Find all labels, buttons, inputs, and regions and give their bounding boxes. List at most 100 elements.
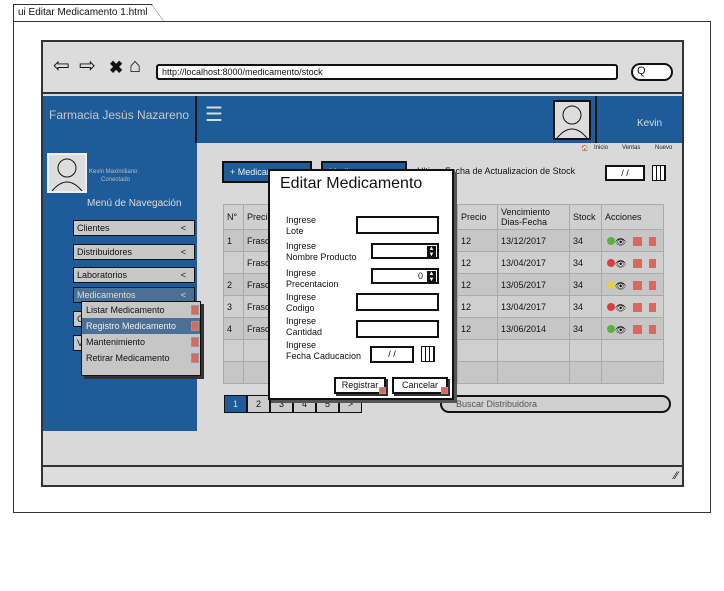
avatar[interactable] bbox=[553, 100, 591, 140]
empty-cell bbox=[601, 339, 664, 362]
home-icon[interactable]: ⌂ bbox=[129, 56, 141, 76]
page-1[interactable]: 1 bbox=[224, 395, 247, 413]
cell-stock: 34 bbox=[569, 295, 602, 318]
nav-title: Menú de Navegación bbox=[87, 198, 182, 209]
calendar-icon[interactable] bbox=[652, 165, 666, 181]
view-icon[interactable]: 👁 bbox=[615, 237, 626, 247]
edit-icon[interactable] bbox=[633, 324, 643, 334]
view-icon[interactable]: 👁 bbox=[615, 325, 626, 335]
cell-vencimiento: 13/06/2014 bbox=[497, 317, 570, 340]
empty-cell bbox=[223, 339, 244, 362]
app-header: Farmacia Jesús Nazareno ☰ Kevin bbox=[43, 96, 682, 143]
status-dot bbox=[607, 325, 615, 334]
cell-stock: 34 bbox=[569, 251, 602, 274]
close-icon[interactable]: ✖ bbox=[109, 58, 123, 78]
browser-statusbar: ⁄⁄ bbox=[43, 465, 682, 485]
sidebar-item-distribuidores[interactable]: Distribuidores < bbox=[73, 244, 195, 260]
nombre-producto-label: Ingrese Nombre Producto bbox=[286, 241, 357, 262]
col-stock: Stock bbox=[569, 204, 602, 230]
spinner-icon[interactable]: ▲ ▼ bbox=[427, 246, 436, 258]
empty-cell bbox=[223, 361, 244, 384]
cell-n: 2 bbox=[223, 273, 244, 296]
url-bar[interactable]: http://localhost:8000/medicamento/stock bbox=[156, 64, 618, 80]
calendar-icon[interactable] bbox=[421, 346, 435, 362]
search-icon: Q bbox=[637, 65, 646, 77]
view-icon[interactable]: 👁 bbox=[615, 259, 626, 269]
cell-acciones: 👁 bbox=[601, 273, 664, 296]
edit-icon[interactable] bbox=[633, 280, 643, 290]
submenu-item-registro[interactable]: Registro Medicamento bbox=[82, 318, 200, 334]
user-status: Conectado bbox=[101, 177, 131, 183]
cell-n: 3 bbox=[223, 295, 244, 318]
chevron-left-icon: < bbox=[180, 290, 186, 300]
codigo-input[interactable] bbox=[356, 293, 439, 311]
spinner-icon[interactable]: ▲ ▼ bbox=[427, 271, 436, 283]
cell-n: 1 bbox=[223, 229, 244, 252]
presentacion-stepper[interactable]: 0 ▲ ▼ bbox=[371, 268, 439, 284]
cell-acciones: 👁 bbox=[601, 317, 664, 340]
col-acciones: Acciones bbox=[601, 204, 664, 230]
edit-icon[interactable] bbox=[633, 258, 643, 268]
resize-handle-icon[interactable]: ⁄⁄ bbox=[674, 470, 678, 482]
col-precio: Precio bbox=[457, 204, 498, 230]
delete-icon[interactable] bbox=[649, 258, 657, 268]
fecha-caducacion-label: Ingrese Fecha Caducacion bbox=[286, 340, 362, 361]
browser-search[interactable]: Q bbox=[631, 63, 673, 81]
page-2[interactable]: 2 bbox=[247, 395, 270, 413]
cell-vencimiento: 13/04/2017 bbox=[497, 251, 570, 274]
sidebar-item-label: Medicamentos bbox=[77, 290, 136, 300]
col-n: N° bbox=[223, 204, 244, 230]
registrar-button[interactable]: Registrar bbox=[334, 377, 386, 394]
cell-precio: 12 bbox=[457, 295, 498, 318]
submenu-item-listar[interactable]: Listar Medicamento bbox=[82, 302, 200, 318]
cell-acciones: 👁 bbox=[601, 229, 664, 252]
delete-icon[interactable] bbox=[649, 324, 657, 334]
cell-precio: 12 bbox=[457, 229, 498, 252]
delete-icon[interactable] bbox=[649, 302, 657, 312]
item-icon bbox=[191, 353, 199, 363]
sidebar-item-laboratorios[interactable]: Laboratorios < bbox=[73, 267, 195, 283]
view-icon[interactable]: 👁 bbox=[615, 303, 626, 313]
chevron-left-icon: < bbox=[180, 223, 186, 233]
home-icon[interactable]: 🏠 bbox=[581, 145, 588, 152]
editar-medicamento-dialog: Editar Medicamento Ingrese Lote Ingrese … bbox=[268, 169, 454, 400]
cell-stock: 34 bbox=[569, 273, 602, 296]
back-icon[interactable]: ⇦ bbox=[53, 56, 70, 76]
update-date-field[interactable]: / / bbox=[605, 165, 645, 181]
submenu-item-retirar[interactable]: Retirar Medicamento bbox=[82, 350, 200, 366]
cell-stock: 34 bbox=[569, 229, 602, 252]
status-dot bbox=[607, 259, 615, 268]
empty-cell bbox=[457, 361, 498, 384]
brand-name[interactable]: Farmacia Jesús Nazareno bbox=[43, 96, 197, 143]
nombre-producto-select[interactable]: ▲ ▼ bbox=[371, 243, 439, 259]
fecha-caducacion-input[interactable]: / / bbox=[370, 346, 414, 363]
submenu-item-mantenimiento[interactable]: Mantenimiento bbox=[82, 334, 200, 350]
edit-icon[interactable] bbox=[633, 302, 643, 312]
lote-input[interactable] bbox=[356, 216, 439, 234]
chevron-left-icon: < bbox=[180, 247, 186, 257]
cell-vencimiento: 13/12/2017 bbox=[497, 229, 570, 252]
cell-vencimiento: 13/04/2017 bbox=[497, 295, 570, 318]
user-menu[interactable]: Kevin bbox=[595, 96, 682, 143]
cell-precio: 12 bbox=[457, 273, 498, 296]
cantidad-input[interactable] bbox=[356, 320, 439, 338]
edit-icon[interactable] bbox=[633, 236, 643, 246]
search-distribuidora-input[interactable]: Buscar Distribuidora bbox=[440, 395, 671, 413]
sidebar-item-clientes[interactable]: Clientes < bbox=[73, 220, 195, 236]
cancelar-button[interactable]: Cancelar bbox=[392, 377, 448, 394]
cell-acciones: 👁 bbox=[601, 295, 664, 318]
forward-icon[interactable]: ⇨ bbox=[79, 56, 96, 76]
col-vencimiento: Vencimiento Dias-Fecha bbox=[497, 204, 570, 230]
empty-cell bbox=[569, 339, 602, 362]
sidebar-item-label: Distribuidores bbox=[77, 247, 133, 257]
cell-precio: 12 bbox=[457, 251, 498, 274]
hamburger-icon[interactable]: ☰ bbox=[205, 102, 223, 127]
cell-precio: 12 bbox=[457, 317, 498, 340]
cell-n: 4 bbox=[223, 317, 244, 340]
delete-icon[interactable] bbox=[649, 280, 657, 290]
view-icon[interactable]: 👁 bbox=[615, 281, 626, 291]
breadcrumb-nuevo[interactable]: Nuevo bbox=[655, 145, 672, 151]
delete-icon[interactable] bbox=[649, 236, 657, 246]
breadcrumb-inicio[interactable]: Inicio bbox=[594, 145, 608, 151]
breadcrumb-ventas[interactable]: Ventas bbox=[622, 145, 640, 151]
